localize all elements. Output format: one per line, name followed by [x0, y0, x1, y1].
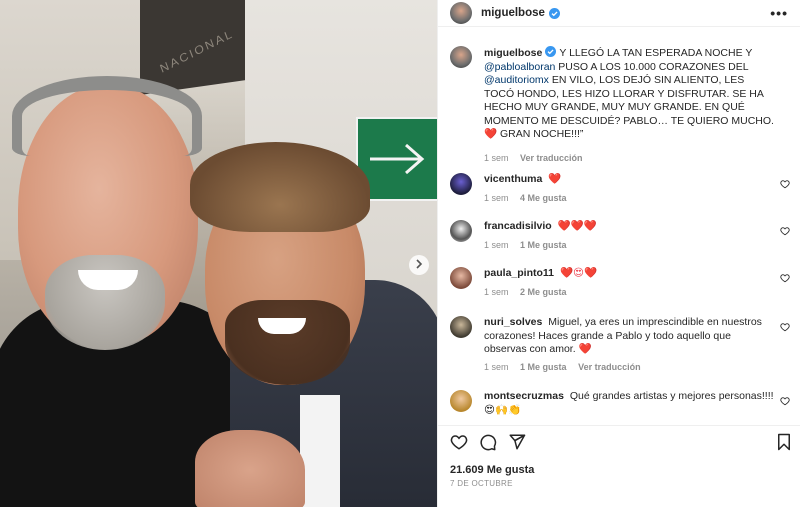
- send-icon[interactable]: [508, 433, 526, 451]
- more-options-button[interactable]: •••: [770, 5, 788, 21]
- comment-likes[interactable]: 1 Me gusta: [520, 240, 567, 250]
- comment-username[interactable]: nuri_solves: [484, 316, 542, 328]
- comment-time: 1 sem: [484, 362, 509, 372]
- comment-time: 1 sem: [484, 240, 509, 250]
- like-comment-heart-icon[interactable]: [780, 396, 790, 406]
- like-comment-heart-icon[interactable]: [780, 273, 790, 283]
- comment-likes[interactable]: 4 Me gusta: [520, 193, 567, 203]
- comment-likes[interactable]: 2 Me gusta: [520, 287, 567, 297]
- avatar[interactable]: [450, 173, 472, 195]
- avatar[interactable]: [450, 316, 472, 338]
- comment-username[interactable]: paula_pinto11: [484, 267, 554, 279]
- comment-text: ❤️😍❤️: [559, 267, 598, 279]
- post-header: miguelbose •••: [438, 0, 800, 27]
- translate-link[interactable]: Ver traducción: [578, 362, 641, 372]
- caption-meta: 1 sem Ver traducción: [484, 153, 583, 163]
- divider: [438, 425, 800, 426]
- comment-username[interactable]: montsecruzmas: [484, 390, 564, 402]
- post-actions: [450, 433, 792, 455]
- avatar[interactable]: [450, 390, 472, 412]
- like-comment-heart-icon[interactable]: [780, 226, 790, 236]
- avatar[interactable]: [450, 267, 472, 289]
- post-photo: NACIONAL: [0, 0, 437, 507]
- next-photo-button[interactable]: [409, 255, 429, 275]
- instagram-post-view: NACIONAL miguelbose ••• miguelbose Y LLE…: [0, 0, 800, 507]
- mention-link[interactable]: @auditoriomx: [484, 74, 549, 86]
- comment-username[interactable]: vicenthuma: [484, 173, 542, 185]
- heart-outline-icon[interactable]: [450, 433, 468, 451]
- like-comment-heart-icon[interactable]: [780, 179, 790, 189]
- caption-text: miguelbose Y LLEGÓ LA TAN ESPERADA NOCHE …: [484, 46, 774, 140]
- comment-time: 1 sem: [484, 193, 509, 203]
- comment-text: ❤️: [548, 173, 562, 185]
- like-comment-heart-icon[interactable]: [780, 322, 790, 332]
- comment-text: ❤️❤️❤️: [557, 220, 597, 232]
- post-date: 7 DE OCTUBRE: [450, 479, 513, 488]
- comment-time: 1 sem: [484, 287, 509, 297]
- bookmark-icon[interactable]: [776, 433, 792, 451]
- comment-username[interactable]: francadisilvio: [484, 220, 552, 232]
- comment-likes[interactable]: 1 Me gusta: [520, 362, 567, 372]
- translate-link[interactable]: Ver traducción: [520, 153, 583, 163]
- header-username[interactable]: miguelbose: [481, 7, 545, 19]
- mention-link[interactable]: @pabloalboran: [484, 61, 555, 73]
- venue-sign: NACIONAL: [140, 0, 250, 95]
- avatar[interactable]: [450, 2, 472, 24]
- post-side-panel: miguelbose ••• miguelbose Y LLEGÓ LA TAN …: [437, 0, 800, 507]
- chevron-right-icon: [415, 256, 423, 274]
- comments-list: miguelbose Y LLEGÓ LA TAN ESPERADA NOCHE …: [438, 36, 800, 426]
- verified-badge-icon: [548, 7, 560, 19]
- avatar[interactable]: [450, 220, 472, 242]
- likes-count[interactable]: 21.609 Me gusta: [450, 464, 534, 476]
- avatar[interactable]: [450, 46, 472, 68]
- verified-badge-icon: [545, 46, 557, 57]
- comment-icon[interactable]: [479, 433, 497, 451]
